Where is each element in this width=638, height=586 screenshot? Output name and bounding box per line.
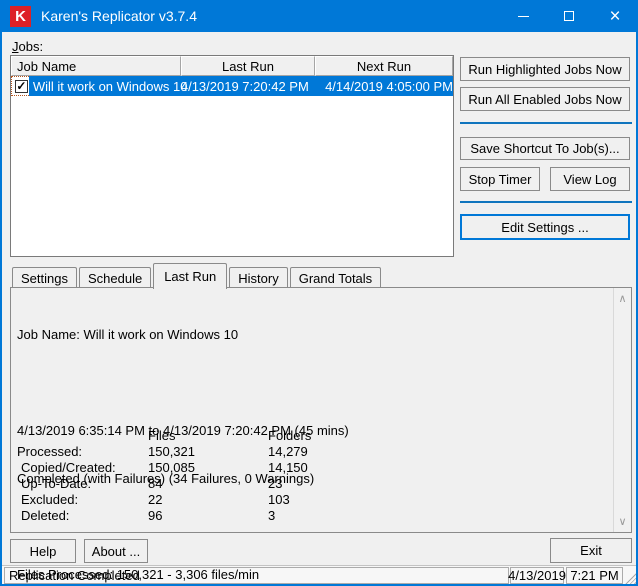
close-button[interactable]: ×	[592, 0, 638, 32]
job-row-selected[interactable]: ✓ Will it work on Windows 10 4/13/2019 7…	[11, 76, 453, 96]
tab-last-run[interactable]: Last Run	[153, 263, 227, 289]
stats-row-label: Deleted:	[17, 508, 148, 524]
status-time: 7:21 PM	[566, 567, 623, 584]
stats-row-folders: 23	[268, 476, 388, 492]
last-run-stats-table: Files Folders Processed: 150,321 14,279 …	[17, 428, 388, 524]
column-header-next-run[interactable]: Next Run	[315, 56, 453, 76]
jobs-label: Jobs:	[12, 39, 43, 54]
stats-row-files: 84	[148, 476, 268, 492]
window-controls: ×	[500, 0, 638, 32]
divider-line	[460, 122, 632, 124]
stats-row-files: 96	[148, 508, 268, 524]
stats-row-label: Processed:	[17, 444, 148, 460]
files-processed-line: Files Processed: 150,321 - 3,306 files/m…	[17, 567, 407, 583]
resize-grip[interactable]	[625, 573, 636, 584]
run-highlighted-jobs-button[interactable]: Run Highlighted Jobs Now	[460, 57, 630, 81]
tab-history[interactable]: History	[229, 267, 287, 288]
save-shortcut-button[interactable]: Save Shortcut To Job(s)...	[460, 137, 630, 160]
job-name-line: Job Name: Will it work on Windows 10	[17, 327, 407, 343]
stats-row-files: 22	[148, 492, 268, 508]
view-log-button[interactable]: View Log	[550, 167, 630, 191]
scroll-up-icon[interactable]: ∧	[614, 290, 631, 307]
tab-schedule[interactable]: Schedule	[79, 267, 151, 288]
stats-row-files: 150,085	[148, 460, 268, 476]
stats-header-files: Files	[148, 428, 268, 444]
job-last-run-cell: 4/13/2019 7:20:42 PM	[181, 79, 317, 94]
column-header-job-name[interactable]: Job Name	[11, 56, 181, 76]
scroll-down-icon[interactable]: ∨	[614, 513, 631, 530]
stats-row-label: Copied/Created:	[17, 460, 148, 476]
window-title: Karen's Replicator v3.7.4	[41, 8, 197, 24]
stats-row-label: Up-To-Date:	[17, 476, 148, 492]
jobs-list: Job Name Last Run Next Run ✓ Will it wor…	[10, 55, 454, 257]
tabstrip: Settings Schedule Last Run History Grand…	[12, 262, 383, 288]
run-all-enabled-jobs-button[interactable]: Run All Enabled Jobs Now	[460, 87, 630, 111]
divider-line	[460, 201, 632, 203]
edit-settings-button[interactable]: Edit Settings ...	[460, 214, 630, 240]
jobs-label-rest: obs:	[19, 39, 44, 54]
app-window: K Karen's Replicator v3.7.4 × Jobs: Job …	[0, 0, 638, 586]
status-date: 4/13/2019	[510, 567, 564, 584]
stats-row-folders: 14,150	[268, 460, 388, 476]
jobs-list-header: Job Name Last Run Next Run	[11, 56, 453, 76]
maximize-button[interactable]	[546, 0, 592, 32]
job-enabled-checkbox[interactable]: ✓	[15, 80, 28, 93]
last-run-tab-panel: Job Name: Will it work on Windows 10 4/1…	[10, 287, 632, 533]
job-next-run-cell: 4/14/2019 4:05:00 PM	[325, 79, 453, 94]
stats-header-folders: Folders	[268, 428, 388, 444]
tab-grand-totals[interactable]: Grand Totals	[290, 267, 381, 288]
minimize-button[interactable]	[500, 0, 546, 32]
tab-settings[interactable]: Settings	[12, 267, 77, 288]
app-logo-icon: K	[10, 6, 31, 27]
job-name-cell: Will it work on Windows 10	[33, 79, 181, 94]
blank-line	[17, 375, 407, 391]
stop-timer-button[interactable]: Stop Timer	[460, 167, 540, 191]
close-icon: ×	[609, 7, 620, 26]
vertical-scrollbar[interactable]: ∧ ∨	[613, 288, 631, 532]
stats-row-label: Excluded:	[17, 492, 148, 508]
exit-button[interactable]: Exit	[550, 538, 632, 563]
stats-row-folders: 14,279	[268, 444, 388, 460]
column-header-last-run[interactable]: Last Run	[181, 56, 315, 76]
stats-row-files: 150,321	[148, 444, 268, 460]
maximize-icon	[564, 11, 574, 21]
titlebar: K Karen's Replicator v3.7.4 ×	[0, 0, 638, 32]
stats-header-empty	[17, 428, 148, 444]
stats-row-folders: 103	[268, 492, 388, 508]
stats-row-folders: 3	[268, 508, 388, 524]
minimize-icon	[518, 16, 529, 17]
